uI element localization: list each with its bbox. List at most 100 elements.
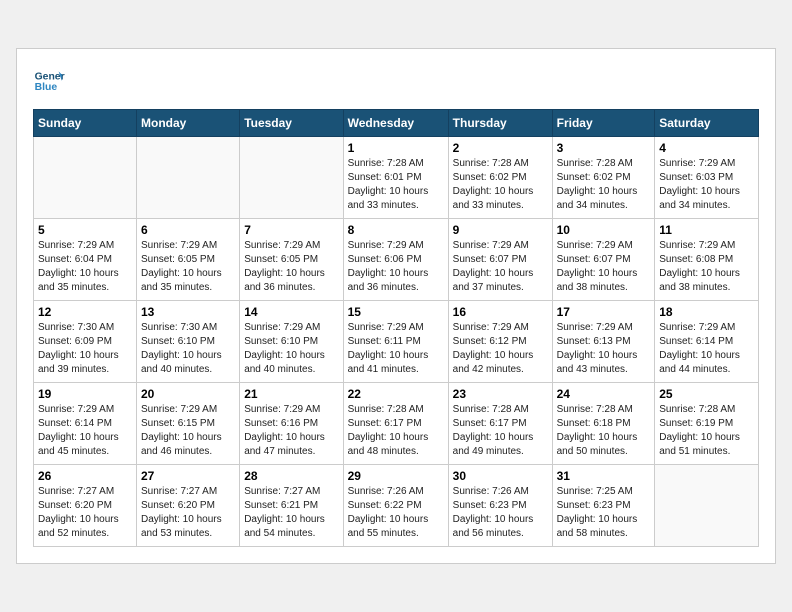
day-number: 11 [659,223,754,237]
day-number: 4 [659,141,754,155]
day-cell-6: 6 Sunrise: 7:29 AMSunset: 6:05 PMDaylight… [137,219,240,301]
day-info: Sunrise: 7:29 AMSunset: 6:04 PMDaylight:… [38,239,132,295]
day-number: 12 [38,305,132,319]
day-info: Sunrise: 7:26 AMSunset: 6:22 PMDaylight:… [348,485,444,541]
day-number: 21 [244,387,338,401]
day-info: Sunrise: 7:29 AMSunset: 6:11 PMDaylight:… [348,321,444,377]
day-number: 22 [348,387,444,401]
day-info: Sunrise: 7:27 AMSunset: 6:20 PMDaylight:… [141,485,235,541]
day-cell-11: 11 Sunrise: 7:29 AMSunset: 6:08 PMDayligh… [655,219,759,301]
day-info: Sunrise: 7:27 AMSunset: 6:20 PMDaylight:… [38,485,132,541]
day-header-thursday: Thursday [448,110,552,137]
day-header-sunday: Sunday [34,110,137,137]
calendar-container: General Blue SundayMondayTuesdayWednesda… [16,48,776,564]
day-number: 10 [557,223,651,237]
day-info: Sunrise: 7:29 AMSunset: 6:14 PMDaylight:… [659,321,754,377]
day-cell-28: 28Sunrise: 7:27 AMSunset: 6:21 PMDayligh… [240,465,343,547]
day-cell-15: 15 Sunrise: 7:29 AMSunset: 6:11 PMDayligh… [343,301,448,383]
day-info: Sunrise: 7:29 AMSunset: 6:13 PMDaylight:… [557,321,651,377]
day-info: Sunrise: 7:29 AMSunset: 6:07 PMDaylight:… [557,239,651,295]
logo-icon: General Blue [33,65,65,97]
day-info: Sunrise: 7:29 AMSunset: 6:12 PMDaylight:… [453,321,548,377]
day-number: 9 [453,223,548,237]
day-cell-23: 23 Sunrise: 7:28 AMSunset: 6:17 PMDayligh… [448,383,552,465]
day-info: Sunrise: 7:30 AMSunset: 6:10 PMDaylight:… [141,321,235,377]
day-number: 29 [348,469,444,483]
day-info: Sunrise: 7:29 AMSunset: 6:03 PMDaylight:… [659,157,754,213]
day-info: Sunrise: 7:28 AMSunset: 6:17 PMDaylight:… [348,403,444,459]
day-cell-12: 12 Sunrise: 7:30 AMSunset: 6:09 PMDayligh… [34,301,137,383]
day-number: 19 [38,387,132,401]
day-cell-2: 2 Sunrise: 7:28 AMSunset: 6:02 PMDaylight… [448,137,552,219]
svg-text:Blue: Blue [35,82,58,93]
day-number: 15 [348,305,444,319]
week-row-5: 26 Sunrise: 7:27 AMSunset: 6:20 PMDayligh… [34,465,759,547]
day-info: Sunrise: 7:29 AMSunset: 6:08 PMDaylight:… [659,239,754,295]
day-cell-14: 14 Sunrise: 7:29 AMSunset: 6:10 PMDayligh… [240,301,343,383]
day-info: Sunrise: 7:28 AMSunset: 6:18 PMDaylight:… [557,403,651,459]
day-number: 8 [348,223,444,237]
day-number: 14 [244,305,338,319]
day-cell-10: 10 Sunrise: 7:29 AMSunset: 6:07 PMDayligh… [552,219,655,301]
day-cell-22: 22 Sunrise: 7:28 AMSunset: 6:17 PMDayligh… [343,383,448,465]
day-cell-8: 8Sunrise: 7:29 AMSunset: 6:06 PMDaylight… [343,219,448,301]
day-number: 27 [141,469,235,483]
day-info: Sunrise: 7:28 AMSunset: 6:01 PMDaylight:… [348,157,444,213]
day-info: Sunrise: 7:28 AMSunset: 6:02 PMDaylight:… [453,157,548,213]
day-number: 24 [557,387,651,401]
empty-cell [655,465,759,547]
day-number: 23 [453,387,548,401]
day-header-saturday: Saturday [655,110,759,137]
day-info: Sunrise: 7:28 AMSunset: 6:17 PMDaylight:… [453,403,548,459]
day-info: Sunrise: 7:29 AMSunset: 6:05 PMDaylight:… [141,239,235,295]
day-header-monday: Monday [137,110,240,137]
week-row-3: 12 Sunrise: 7:30 AMSunset: 6:09 PMDayligh… [34,301,759,383]
day-number: 6 [141,223,235,237]
day-info: Sunrise: 7:26 AMSunset: 6:23 PMDaylight:… [453,485,548,541]
day-cell-21: 21 Sunrise: 7:29 AMSunset: 6:16 PMDayligh… [240,383,343,465]
day-number: 13 [141,305,235,319]
day-info: Sunrise: 7:29 AMSunset: 6:05 PMDaylight:… [244,239,338,295]
day-info: Sunrise: 7:27 AMSunset: 6:21 PMDaylight:… [244,485,338,541]
day-info: Sunrise: 7:28 AMSunset: 6:02 PMDaylight:… [557,157,651,213]
day-cell-13: 13 Sunrise: 7:30 AMSunset: 6:10 PMDayligh… [137,301,240,383]
day-cell-17: 17 Sunrise: 7:29 AMSunset: 6:13 PMDayligh… [552,301,655,383]
empty-cell [137,137,240,219]
empty-cell [34,137,137,219]
day-number: 5 [38,223,132,237]
day-cell-26: 26 Sunrise: 7:27 AMSunset: 6:20 PMDayligh… [34,465,137,547]
week-row-2: 5 Sunrise: 7:29 AMSunset: 6:04 PMDaylight… [34,219,759,301]
day-cell-27: 27 Sunrise: 7:27 AMSunset: 6:20 PMDayligh… [137,465,240,547]
day-number: 31 [557,469,651,483]
logo: General Blue [33,65,65,97]
day-header-wednesday: Wednesday [343,110,448,137]
day-info: Sunrise: 7:25 AMSunset: 6:23 PMDaylight:… [557,485,651,541]
day-number: 25 [659,387,754,401]
day-number: 30 [453,469,548,483]
day-info: Sunrise: 7:29 AMSunset: 6:16 PMDaylight:… [244,403,338,459]
day-number: 17 [557,305,651,319]
day-cell-24: 24 Sunrise: 7:28 AMSunset: 6:18 PMDayligh… [552,383,655,465]
day-number: 1 [348,141,444,155]
day-number: 16 [453,305,548,319]
day-info: Sunrise: 7:29 AMSunset: 6:14 PMDaylight:… [38,403,132,459]
day-info: Sunrise: 7:30 AMSunset: 6:09 PMDaylight:… [38,321,132,377]
day-cell-20: 20 Sunrise: 7:29 AMSunset: 6:15 PMDayligh… [137,383,240,465]
day-header-tuesday: Tuesday [240,110,343,137]
header: General Blue [33,65,759,97]
day-cell-31: 31 Sunrise: 7:25 AMSunset: 6:23 PMDayligh… [552,465,655,547]
day-number: 2 [453,141,548,155]
day-cell-7: 7 Sunrise: 7:29 AMSunset: 6:05 PMDaylight… [240,219,343,301]
day-number: 20 [141,387,235,401]
day-info: Sunrise: 7:28 AMSunset: 6:19 PMDaylight:… [659,403,754,459]
day-info: Sunrise: 7:29 AMSunset: 6:10 PMDaylight:… [244,321,338,377]
day-info: Sunrise: 7:29 AMSunset: 6:07 PMDaylight:… [453,239,548,295]
empty-cell [240,137,343,219]
day-number: 7 [244,223,338,237]
day-cell-16: 16 Sunrise: 7:29 AMSunset: 6:12 PMDayligh… [448,301,552,383]
day-cell-1: 1 Sunrise: 7:28 AMSunset: 6:01 PMDaylight… [343,137,448,219]
day-number: 26 [38,469,132,483]
week-row-1: 1 Sunrise: 7:28 AMSunset: 6:01 PMDaylight… [34,137,759,219]
calendar-grid: SundayMondayTuesdayWednesdayThursdayFrid… [33,109,759,547]
day-info: Sunrise: 7:29 AMSunset: 6:15 PMDaylight:… [141,403,235,459]
